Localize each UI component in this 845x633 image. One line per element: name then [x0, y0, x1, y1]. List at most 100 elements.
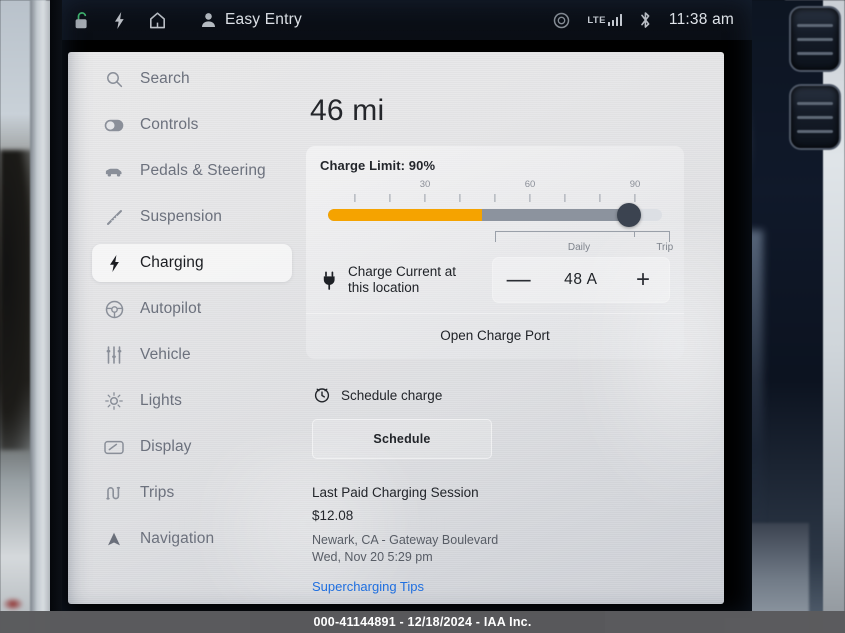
search-icon [104, 69, 124, 89]
charge-current-row: Charge Current at this location — 48 A + [320, 257, 670, 313]
slider-ticks [320, 194, 670, 202]
sidebar-item-label: Suspension [140, 208, 223, 225]
sliders-icon [104, 345, 124, 365]
circle-icon[interactable] [553, 12, 570, 29]
last-paid-session-title: Last Paid Charging Session [312, 485, 479, 500]
sidebar-item-display[interactable]: Display [92, 428, 292, 466]
clock-icon [312, 385, 332, 405]
slider-knob[interactable] [616, 203, 641, 227]
sidebar-item-label: Pedals & Steering [140, 162, 266, 179]
slider-tick-label: 30 [419, 179, 431, 190]
sidebar-item-vehicle[interactable]: Vehicle [92, 336, 292, 374]
open-charge-port-button[interactable]: Open Charge Port [320, 314, 670, 359]
charging-panel: 46 mi Charge Limit: 90% 30 60 90 Daily T… [306, 52, 716, 594]
charge-current-label: Charge Current at this location [348, 264, 456, 296]
sidebar-item-label: Display [140, 438, 192, 455]
charge-current-label-line2: this location [348, 280, 420, 295]
air-vent-lower [789, 84, 841, 150]
slider-tick [389, 194, 391, 202]
exterior-red-marker [2, 597, 24, 611]
increase-current-button[interactable]: + [630, 268, 656, 292]
charge-current-label-line1: Charge Current at [348, 263, 457, 279]
bolt-icon[interactable] [113, 11, 126, 30]
daily-label: Daily [567, 242, 591, 253]
charge-settings-panel: Charge Limit: 90% 30 60 90 Daily Trip Ch… [306, 146, 684, 359]
sidebar-item-suspension[interactable]: Suspension [92, 198, 292, 236]
slider-track[interactable] [328, 209, 662, 221]
sidebar-item-label: Autopilot [140, 300, 202, 317]
charge-limit-slider[interactable]: 30 60 90 Daily Trip [320, 175, 673, 253]
supercharging-tips-link[interactable]: Supercharging Tips [312, 579, 716, 594]
cellular-signal-indicator: LTE [587, 14, 622, 26]
sidebar-item-label: Search [140, 70, 190, 87]
watermark: 000-41144891 - 12/18/2024 - IAA Inc. [0, 611, 845, 633]
settings-card: Search Controls Pedals & Steering Suspen… [68, 52, 724, 604]
lock-open-icon[interactable] [74, 11, 91, 30]
charge-current-value: 48 A [564, 271, 598, 288]
slider-tick [459, 194, 461, 202]
charge-current-label-group: Charge Current at this location [320, 264, 492, 296]
network-type-label: LTE [587, 15, 606, 26]
settings-sidebar: Search Controls Pedals & Steering Suspen… [92, 60, 292, 566]
shock-icon [104, 207, 124, 227]
charge-current-stepper[interactable]: — 48 A + [491, 257, 670, 303]
steering-icon [104, 299, 124, 319]
last-paid-session-datetime: Wed, Nov 20 5:29 pm [312, 549, 433, 564]
sidebar-item-search[interactable]: Search [92, 60, 292, 98]
sidebar-item-trips[interactable]: Trips [92, 474, 292, 512]
person-icon [201, 12, 216, 28]
nav-arrow-icon [104, 529, 124, 549]
clock: 11:38 am [668, 11, 734, 28]
daily-trip-labels: Daily Trip [495, 242, 674, 256]
slider-tick [634, 194, 636, 202]
sidebar-item-label: Lights [140, 392, 182, 409]
sidebar-item-label: Vehicle [140, 346, 191, 363]
sidebar-item-autopilot[interactable]: Autopilot [92, 290, 292, 328]
profile-label: Easy Entry [225, 11, 302, 28]
signal-bars-icon [607, 14, 622, 26]
sidebar-item-label: Navigation [140, 530, 215, 547]
sidebar-item-lights[interactable]: Lights [92, 382, 292, 420]
sidebar-item-label: Trips [140, 484, 175, 501]
trips-icon [104, 483, 124, 503]
slider-tick [529, 194, 531, 202]
slider-tick [564, 194, 566, 202]
toggle-icon [104, 115, 124, 135]
slider-tick-label: 90 [629, 179, 641, 190]
charge-limit-label: Charge Limit: 90% [320, 158, 436, 173]
slider-tick-label: 60 [524, 179, 536, 190]
plug-icon [320, 271, 338, 290]
last-paid-session-amount: $12.08 [312, 508, 354, 523]
daily-trip-bracket [495, 231, 670, 242]
car-icon [104, 161, 124, 181]
schedule-charge-header: Schedule charge [312, 385, 716, 405]
schedule-charge-label: Schedule charge [341, 387, 443, 403]
last-paid-session: Last Paid Charging Session $12.08 Newark… [312, 485, 716, 594]
status-bar: Easy Entry LTE 11:38 am [62, 0, 752, 40]
home-icon[interactable] [148, 11, 167, 30]
sidebar-item-pedals-steering[interactable]: Pedals & Steering [92, 152, 292, 190]
sidebar-item-charging[interactable]: Charging [92, 244, 292, 282]
range-display: 46 mi [310, 94, 385, 127]
slider-tick [424, 194, 426, 202]
schedule-button[interactable]: Schedule [312, 419, 492, 459]
sidebar-item-controls[interactable]: Controls [92, 106, 292, 144]
last-paid-session-location: Newark, CA - Gateway Boulevard [312, 533, 499, 547]
trip-label: Trip [656, 242, 674, 253]
decrease-current-button[interactable]: — [506, 268, 532, 292]
exterior-shadow [0, 150, 34, 450]
slider-tick [354, 194, 356, 202]
sidebar-item-navigation[interactable]: Navigation [92, 520, 292, 558]
air-vent-upper [789, 6, 841, 72]
bolt-icon [104, 253, 124, 273]
light-icon [104, 391, 124, 411]
display-icon [104, 437, 124, 457]
driver-profile-button[interactable]: Easy Entry [201, 11, 302, 29]
tesla-touchscreen: Easy Entry LTE 11:38 am Search Controls … [62, 0, 752, 618]
sidebar-item-label: Controls [140, 116, 199, 133]
sidebar-item-label: Charging [140, 254, 204, 271]
slider-tick-labels: 30 60 90 [320, 179, 670, 191]
slider-battery-level [328, 209, 482, 221]
slider-tick [599, 194, 601, 202]
bluetooth-icon[interactable] [639, 11, 652, 29]
